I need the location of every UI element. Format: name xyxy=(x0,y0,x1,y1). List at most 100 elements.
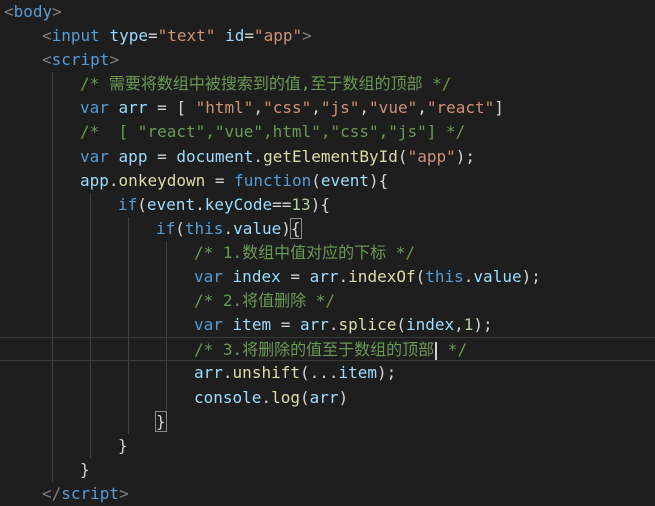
code-token: index xyxy=(405,315,455,335)
indent-guide xyxy=(90,240,91,266)
code-token: ) xyxy=(338,387,349,407)
code-text: console.log(arr) xyxy=(194,386,348,410)
indent-guide xyxy=(52,216,53,241)
code-line[interactable]: var app = document.getElementById("app")… xyxy=(0,144,655,169)
code-token: ( xyxy=(137,194,147,214)
code-token: ); xyxy=(521,267,541,287)
code-token: "app" xyxy=(407,146,456,166)
code-line[interactable]: </script> xyxy=(0,482,655,506)
code-line[interactable]: <body> xyxy=(0,0,655,24)
code-text: } xyxy=(118,434,128,458)
code-token: . xyxy=(253,146,264,166)
indent-guide xyxy=(90,433,91,458)
code-token: getElementById xyxy=(263,146,398,166)
code-token: body xyxy=(13,2,53,21)
code-line[interactable]: } xyxy=(0,457,655,482)
code-token: event xyxy=(146,194,196,214)
code-token: ( xyxy=(311,170,321,190)
code-token: /* [ "react","vue",html","css","js"] */ xyxy=(80,122,466,142)
code-token: { xyxy=(289,217,302,239)
indent-guide xyxy=(166,361,167,386)
code-token: if xyxy=(118,194,138,214)
code-text: arr.unshift(...item); xyxy=(194,361,396,385)
code-line[interactable]: /* 2.将值删除 */ xyxy=(0,289,655,314)
code-token: . xyxy=(223,218,234,238)
code-token: = xyxy=(147,26,158,46)
code-line[interactable]: } xyxy=(0,409,655,434)
indent-guide xyxy=(52,338,53,361)
indent-guide xyxy=(52,433,53,458)
indent-guide xyxy=(128,289,129,314)
code-token: . xyxy=(195,194,205,214)
code-token: arr xyxy=(299,315,329,335)
code-token: , xyxy=(253,98,264,118)
code-token: . xyxy=(328,315,339,335)
code-token: script xyxy=(61,483,120,503)
code-editor[interactable]: <body> <input type="text" id="app"> <scrip… xyxy=(0,0,655,503)
code-text: /* 需要将数组中被搜索到的值,至于数组的顶部 */ xyxy=(80,72,451,96)
code-token: > xyxy=(52,2,62,21)
code-token: = xyxy=(147,146,177,166)
code-token: console xyxy=(194,387,262,407)
indent-guide xyxy=(128,385,129,410)
indent-guide xyxy=(90,385,91,410)
code-token: 1 xyxy=(463,315,474,335)
code-line[interactable]: var arr = [ "html","css","js","vue","rea… xyxy=(0,96,655,121)
indent-guide xyxy=(90,313,91,338)
code-line[interactable]: app.onkeydown = function(event){ xyxy=(0,168,655,193)
code-text: app.onkeydown = function(event){ xyxy=(80,169,388,193)
code-token: < xyxy=(42,50,52,70)
indent-guide xyxy=(90,361,91,386)
code-token: < xyxy=(42,26,52,46)
code-text: /* 3.将删除的值至于数组的顶部 */ xyxy=(194,338,467,362)
code-line[interactable]: /* 3.将删除的值至于数组的顶部 */ xyxy=(0,337,655,362)
code-token: script xyxy=(51,50,110,70)
indent-guide xyxy=(52,385,53,410)
code-line[interactable]: /* 需要将数组中被搜索到的值,至于数组的顶部 */ xyxy=(0,72,655,97)
code-token: item xyxy=(232,315,272,335)
code-token: input xyxy=(51,26,100,46)
code-token: 13 xyxy=(291,194,311,214)
indent-guide xyxy=(52,72,53,97)
indent-guide xyxy=(52,457,53,482)
code-token: "react" xyxy=(426,98,495,118)
code-text: var item = arr.splice(index,1); xyxy=(194,313,493,337)
code-line[interactable]: console.log(arr) xyxy=(0,385,655,410)
indent-guide xyxy=(128,313,129,338)
code-token: > xyxy=(109,50,120,70)
indent-guide xyxy=(166,313,167,338)
code-text: /* 1.数组中值对应的下标 */ xyxy=(194,241,415,265)
indent-guide xyxy=(128,216,129,241)
indent-guide xyxy=(166,265,167,290)
code-text: } xyxy=(80,458,90,482)
code-line[interactable]: arr.unshift(...item); xyxy=(0,361,655,386)
indent-guide xyxy=(90,289,91,314)
indent-guide xyxy=(90,338,91,361)
code-token: app xyxy=(118,146,148,166)
code-token: . xyxy=(222,363,233,383)
code-token: value xyxy=(233,218,282,238)
code-token: splice xyxy=(338,315,397,335)
code-token: function xyxy=(234,170,312,190)
indent-guide xyxy=(166,289,167,314)
code-line[interactable]: if(event.keyCode==13){ xyxy=(0,192,655,217)
code-line[interactable]: var item = arr.splice(index,1); xyxy=(0,313,655,338)
code-token: var xyxy=(194,267,223,287)
code-line[interactable]: /* [ "react","vue",html","css","js"] */ xyxy=(0,120,655,145)
code-line[interactable]: var index = arr.indexOf(this.value); xyxy=(0,265,655,290)
code-token: app xyxy=(80,170,109,190)
code-token: ); xyxy=(455,146,475,166)
code-line[interactable]: } xyxy=(0,433,655,458)
code-token: . xyxy=(108,170,119,190)
indent-guide xyxy=(90,192,91,217)
code-line[interactable]: <input type="text" id="app"> xyxy=(0,24,655,48)
code-line[interactable]: /* 1.数组中值对应的下标 */ xyxy=(0,240,655,266)
indent-guide xyxy=(52,120,53,145)
code-token: ] xyxy=(494,98,504,118)
code-line[interactable]: <script> xyxy=(0,48,655,72)
code-line[interactable]: if(this.value){ xyxy=(0,216,655,241)
